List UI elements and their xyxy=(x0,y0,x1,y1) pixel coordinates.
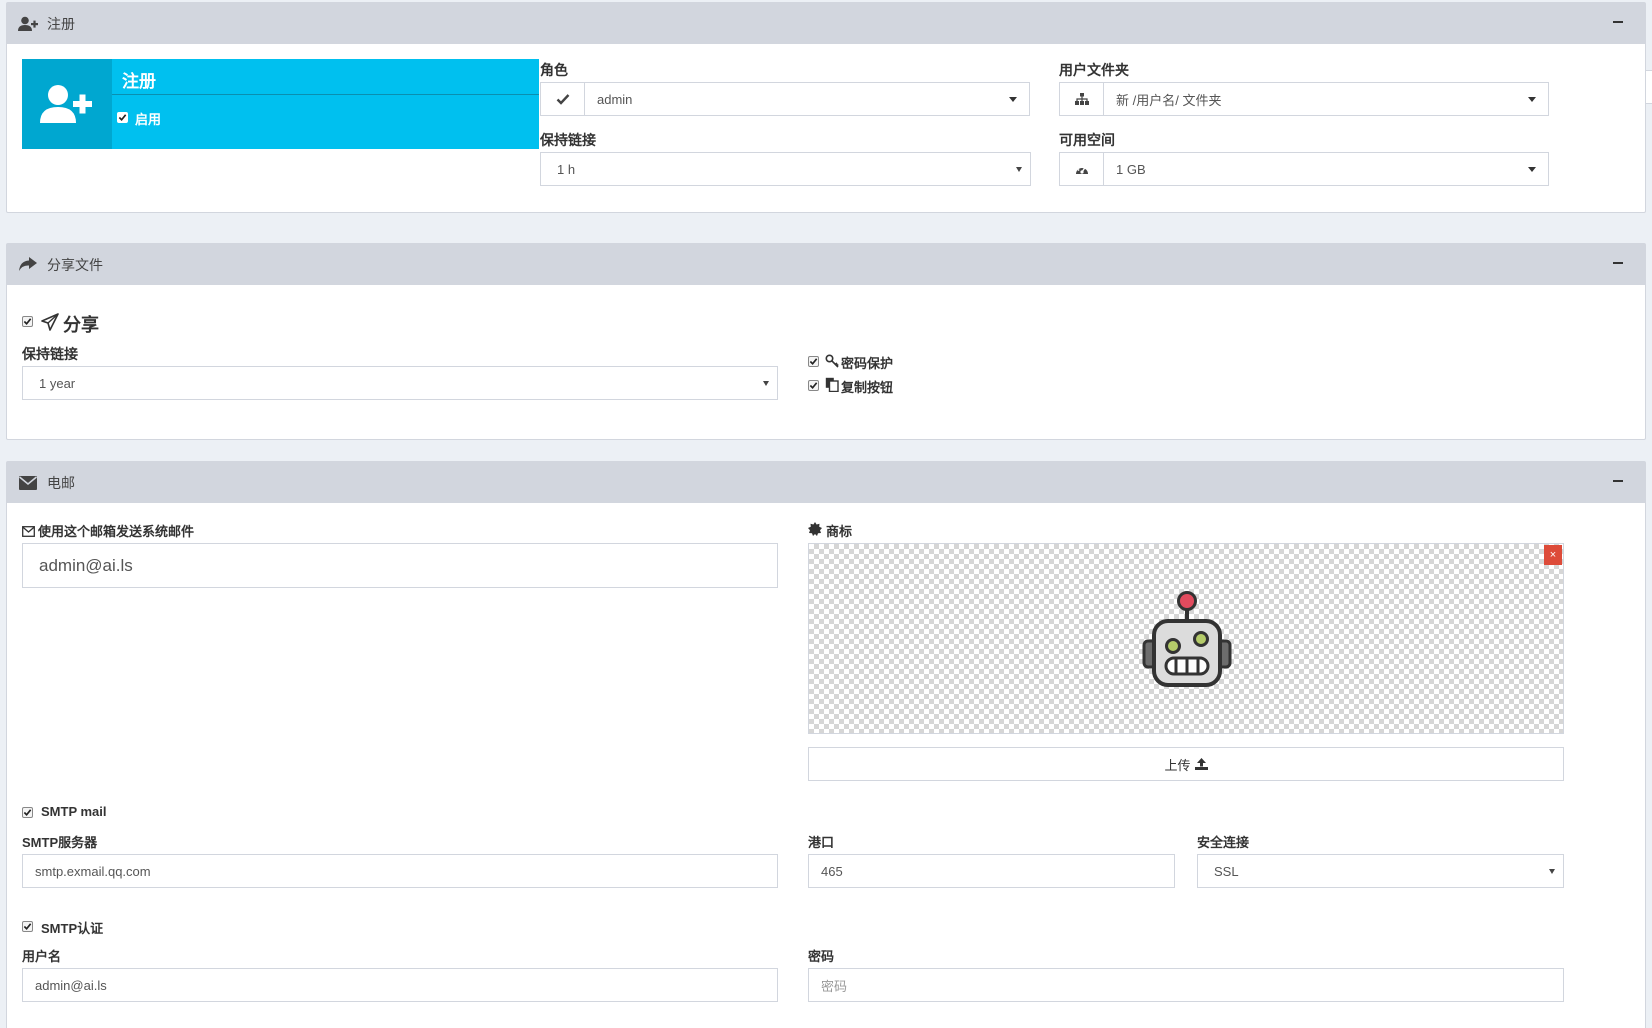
envelope-icon xyxy=(17,474,39,492)
email-panel-title: 电邮 xyxy=(47,474,75,491)
minus-icon xyxy=(1613,262,1623,264)
share-keep-link-value: 1 year xyxy=(39,375,76,391)
minus-icon xyxy=(1613,21,1623,23)
smtp-mail-checkbox[interactable] xyxy=(22,807,33,818)
smtp-mail-label: SMTP mail xyxy=(41,804,107,819)
port-label: 港口 xyxy=(808,835,835,850)
space-select[interactable]: 1 GB xyxy=(1059,152,1549,186)
sitemap-icon xyxy=(1060,83,1104,115)
share-panel-title: 分享文件 xyxy=(47,256,103,273)
keep-link-value: 1 h xyxy=(557,161,576,177)
port-input[interactable]: 465 xyxy=(808,854,1175,888)
envelope-outline-icon xyxy=(22,524,35,540)
delete-logo-button[interactable]: × xyxy=(1544,545,1562,565)
system-email-input[interactable]: admin@ai.ls xyxy=(22,543,778,588)
password-label: 密码 xyxy=(808,949,835,964)
secure-connection-value: SSL xyxy=(1214,863,1239,879)
password-protect-label: 密码保护 xyxy=(841,356,894,371)
card-divider xyxy=(112,94,539,95)
minus-icon xyxy=(1613,480,1623,482)
register-info-card: 注册 启用 xyxy=(22,59,539,149)
enable-register-checkbox[interactable] xyxy=(117,112,128,123)
upload-button[interactable]: 上传 xyxy=(808,747,1564,781)
register-card-title: 注册 xyxy=(122,72,156,91)
chevron-down-icon xyxy=(1549,868,1555,874)
enable-register-label: 启用 xyxy=(135,112,162,127)
secure-connection-label: 安全连接 xyxy=(1197,835,1250,850)
smtp-server-input[interactable]: smtp.exmail.qq.com xyxy=(22,854,778,888)
role-value: admin xyxy=(597,91,633,107)
user-folder-label: 用户文件夹 xyxy=(1059,62,1129,78)
key-icon xyxy=(825,354,839,371)
certificate-icon xyxy=(808,522,822,539)
email-panel: 电邮 使用这个邮箱发送系统邮件 admin@ai.ls 商标 × 上传 SMTP… xyxy=(6,461,1646,1028)
copy-button-checkbox[interactable] xyxy=(808,380,819,391)
keep-link-select[interactable]: 1 h xyxy=(540,152,1031,186)
upload-icon xyxy=(1194,758,1208,770)
share-panel: 分享文件 分享 保持链接 1 year 密码保护 复制按钮 xyxy=(6,243,1646,440)
space-label: 可用空间 xyxy=(1059,132,1115,148)
chevron-down-icon xyxy=(1528,166,1536,172)
check-icon xyxy=(541,83,585,115)
keep-link-label: 保持链接 xyxy=(540,132,596,148)
user-plus-icon xyxy=(17,15,39,33)
role-select[interactable]: admin xyxy=(540,82,1030,116)
system-email-value: admin@ai.ls xyxy=(39,555,133,575)
port-value: 465 xyxy=(821,863,843,879)
share-enable-checkbox[interactable] xyxy=(22,316,33,327)
chevron-down-icon xyxy=(1009,96,1017,102)
system-email-label: 使用这个邮箱发送系统邮件 xyxy=(38,524,195,539)
role-label: 角色 xyxy=(540,62,568,78)
username-value: admin@ai.ls xyxy=(35,977,107,993)
share-title: 分享 xyxy=(63,315,99,335)
chevron-down-icon xyxy=(1016,166,1022,172)
paper-plane-icon xyxy=(41,313,59,334)
collapse-register-button[interactable] xyxy=(1609,13,1627,31)
secure-connection-select[interactable]: SSL xyxy=(1197,854,1564,888)
logo-label: 商标 xyxy=(826,524,853,539)
robot-logo-icon xyxy=(1142,591,1232,690)
user-folder-value: 新 /用户名/ 文件夹 xyxy=(1116,92,1222,108)
email-panel-header: 电邮 xyxy=(7,462,1645,503)
smtp-auth-label: SMTP认证 xyxy=(41,921,104,936)
chevron-down-icon xyxy=(763,380,769,386)
user-plus-large-icon xyxy=(22,59,112,149)
share-arrow-icon xyxy=(17,256,39,274)
share-keep-link-label: 保持链接 xyxy=(22,346,78,362)
collapse-share-button[interactable] xyxy=(1609,254,1627,272)
password-protect-checkbox[interactable] xyxy=(808,356,819,367)
password-placeholder: 密码 xyxy=(821,978,848,994)
copy-button-label: 复制按钮 xyxy=(841,380,894,395)
space-value: 1 GB xyxy=(1116,161,1146,177)
register-panel-title: 注册 xyxy=(47,15,75,32)
user-folder-select[interactable]: 新 /用户名/ 文件夹 xyxy=(1059,82,1549,116)
dashboard-icon xyxy=(1060,153,1104,185)
smtp-auth-checkbox[interactable] xyxy=(22,921,33,932)
logo-preview xyxy=(808,543,1564,734)
chevron-down-icon xyxy=(1528,96,1536,102)
smtp-server-value: smtp.exmail.qq.com xyxy=(35,863,151,879)
username-input[interactable]: admin@ai.ls xyxy=(22,968,778,1002)
register-panel-header: 注册 xyxy=(7,3,1645,44)
register-panel: 注册 注册 启用 角色 admin 保持链接 1 h 用户文件夹 新 /用户名/… xyxy=(6,2,1646,213)
username-label: 用户名 xyxy=(22,949,62,964)
password-input[interactable]: 密码 xyxy=(808,968,1564,1002)
share-keep-link-select[interactable]: 1 year xyxy=(22,366,778,400)
upload-label: 上传 xyxy=(1164,757,1191,773)
share-panel-header: 分享文件 xyxy=(7,244,1645,285)
collapse-email-button[interactable] xyxy=(1609,472,1627,490)
smtp-server-label: SMTP服务器 xyxy=(22,835,98,850)
copy-icon xyxy=(825,377,839,395)
